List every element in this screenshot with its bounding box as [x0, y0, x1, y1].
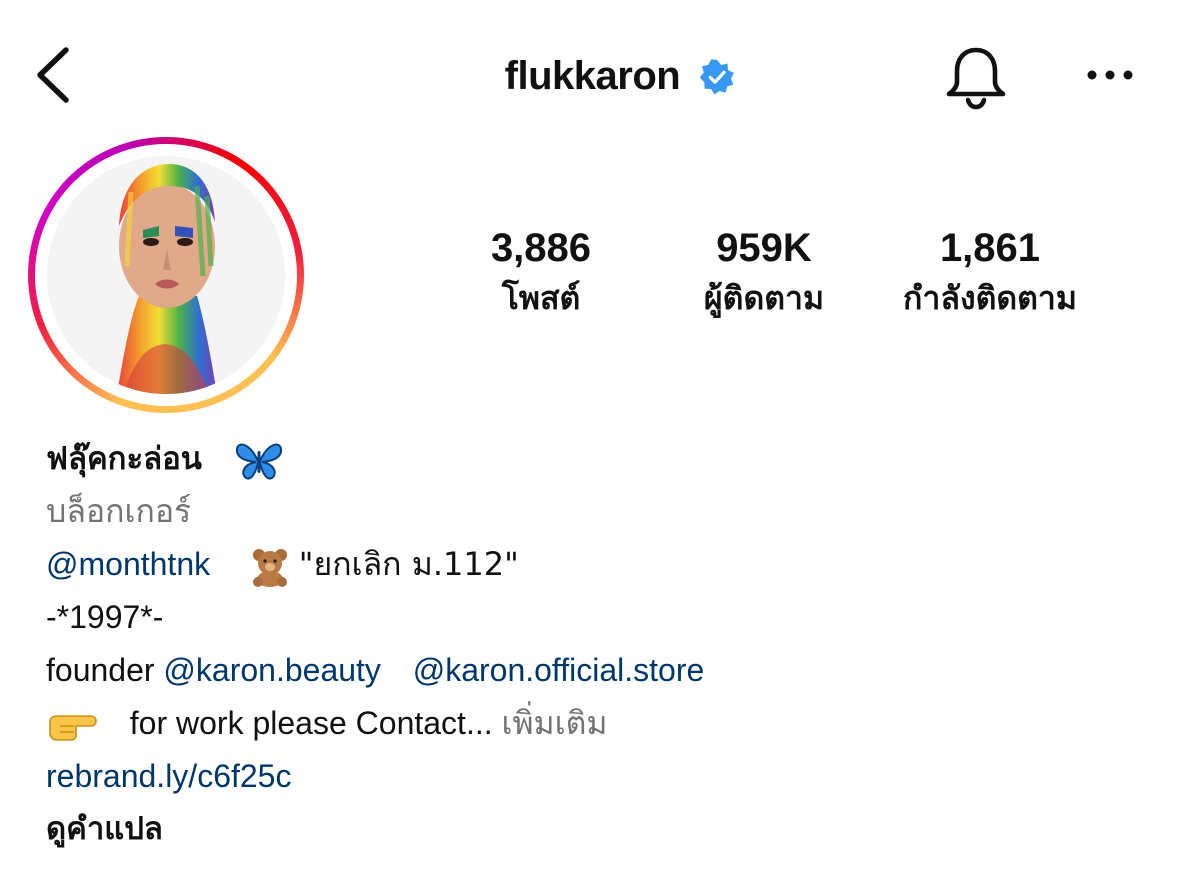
founder-text: founder — [46, 652, 155, 688]
followers-count: 959K — [716, 226, 812, 270]
bio-contact-line: for work please Contact... เพิ่มเติม — [46, 697, 1166, 750]
full-name: ฟลุ๊คกะล่อน — [46, 441, 202, 477]
posts-count: 3,886 — [490, 226, 592, 270]
profile-stats: 3,886 โพสต์ 959K ผู้ติดตาม 1,861 กำลังติ… — [0, 222, 1200, 332]
more-options-button[interactable] — [1084, 60, 1136, 90]
following-label: กำลังติดตาม — [903, 279, 1077, 317]
website-link[interactable]: rebrand.ly/c6f25c — [46, 750, 1166, 803]
bio-category: บล็อกเกอร์ — [46, 492, 192, 530]
pointing-hand-icon — [49, 714, 97, 741]
mention-karon-store[interactable]: @karon.official.store — [413, 652, 705, 688]
contact-text: for work please Contact... — [129, 705, 493, 741]
more-link[interactable]: เพิ่มเติม — [502, 704, 608, 742]
bio-year: -*1997*- — [46, 599, 164, 635]
stat-following[interactable]: 1,861 กำลังติดตาม — [870, 222, 1110, 322]
header-title: flukkaron — [0, 48, 1200, 104]
verified-badge-icon — [700, 59, 735, 95]
mention-link[interactable]: @monthtnk — [46, 546, 210, 582]
stat-posts[interactable]: 3,886 โพสต์ — [441, 222, 641, 322]
username: flukkaron — [504, 54, 681, 98]
mention-karon-beauty[interactable]: @karon.beauty — [163, 652, 381, 688]
butterfly-icon — [235, 443, 282, 480]
stat-followers[interactable]: 959K ผู้ติดตาม — [664, 222, 864, 322]
bio-line-mention: @monthtnk "ยกเลิก ม.112" — [46, 538, 1166, 591]
profile-bio: ฟลุ๊คกะล่อน บล็อกเกอร์ @monthtnk "ยกเลิก… — [46, 432, 1166, 856]
followers-label: ผู้ติดตาม — [703, 279, 825, 317]
bio-name-line: ฟลุ๊คกะล่อน — [46, 432, 1166, 485]
bell-icon — [946, 47, 1006, 110]
bio-quote: "ยกเลิก ม.112" — [298, 545, 519, 583]
notifications-button[interactable] — [944, 44, 1008, 110]
more-horizontal-icon — [1087, 70, 1133, 80]
teddy-bear-icon — [252, 548, 287, 587]
following-count: 1,861 — [939, 226, 1041, 270]
see-translation-button[interactable]: ดูคำแปล — [46, 803, 1166, 856]
profile-header: flukkaron — [0, 0, 1200, 150]
posts-label: โพสต์ — [501, 279, 581, 317]
bio-founder-line: founder @karon.beauty @karon.official.st… — [46, 644, 1166, 697]
